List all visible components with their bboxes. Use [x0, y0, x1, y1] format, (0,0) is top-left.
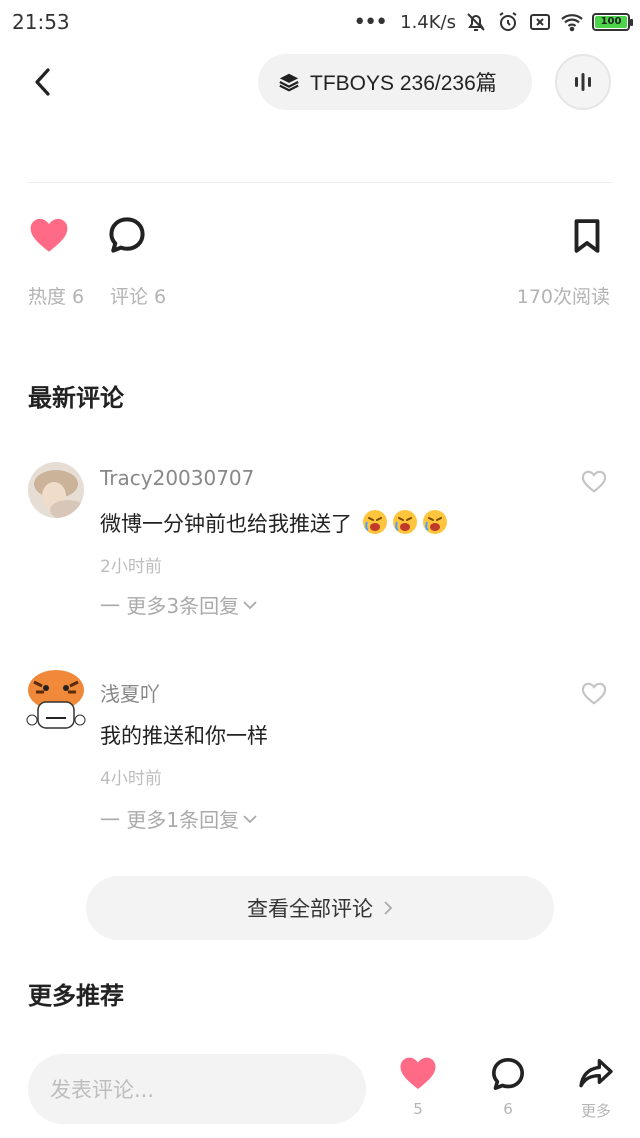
comment-item: Tracy20030707 微博一分钟前也给我推送了 2小时前 一 更多3条回复	[0, 460, 640, 620]
comment-input[interactable]: 发表评论...	[28, 1054, 366, 1124]
comment-username[interactable]: Tracy20030707	[100, 466, 254, 490]
audio-button[interactable]	[555, 54, 611, 110]
heart-icon	[400, 1057, 436, 1089]
chevron-down-icon	[243, 814, 257, 823]
bottom-like-button[interactable]: 5	[388, 1054, 448, 1134]
back-arrow-icon	[35, 68, 50, 96]
mute-bell-icon	[467, 13, 485, 31]
more-label: 更多	[580, 1102, 611, 1120]
comment-input-placeholder: 发表评论...	[50, 1078, 155, 1102]
battery-level: 100	[595, 16, 627, 28]
more-replies-button[interactable]: 一 更多1条回复	[100, 804, 257, 833]
bookmark-icon[interactable]	[566, 215, 608, 257]
audio-bars-icon	[575, 73, 591, 91]
bottom-share-button[interactable]: 更多	[566, 1054, 626, 1134]
avatar-image	[28, 462, 84, 518]
comment-bubble-icon[interactable]	[105, 213, 149, 257]
heat-count: 热度 6	[28, 286, 85, 308]
divider	[28, 182, 612, 183]
collection-title: TFBOYS 236/236篇	[310, 72, 497, 95]
comment-text: 微博一分钟前也给我推送了	[100, 508, 449, 538]
network-speed: 1.4K/s	[400, 11, 456, 33]
view-all-label: 查看全部评论	[247, 897, 373, 921]
comment-time: 2小时前	[100, 557, 162, 577]
status-time: 21:53	[12, 10, 70, 34]
crying-emoji-icon	[362, 510, 387, 534]
comment-count-bottom: 6	[503, 1100, 513, 1118]
comment-time: 4小时前	[100, 769, 162, 789]
read-count: 170次阅读	[516, 286, 610, 308]
comment-item: 浅夏吖 我的推送和你一样 4小时前 一 更多1条回复	[0, 670, 640, 833]
layers-icon	[279, 73, 299, 92]
comment-like-icon[interactable]	[580, 468, 608, 496]
wifi-icon	[561, 14, 583, 32]
crying-emoji-icon	[392, 510, 417, 534]
more-replies-label: 一 更多1条回复	[100, 808, 240, 832]
comment-like-icon[interactable]	[580, 680, 608, 708]
avatar-image	[26, 670, 86, 729]
comment-text-content: 我的推送和你一样	[100, 724, 268, 748]
more-dots-icon: •••	[353, 9, 388, 35]
chevron-down-icon	[243, 600, 257, 609]
more-replies-label: 一 更多3条回复	[100, 594, 240, 618]
latest-comments-title: 最新评论	[28, 384, 124, 412]
alarm-icon	[499, 12, 517, 31]
sim-off-icon	[530, 14, 550, 30]
crying-emoji-icon	[422, 510, 447, 534]
status-icons: ••• 1.4K/s 100	[353, 8, 633, 36]
comment-text: 我的推送和你一样	[100, 720, 268, 750]
share-arrow-icon	[579, 1059, 613, 1088]
more-recommend-title: 更多推荐	[28, 982, 124, 1010]
comment-bubble-icon	[492, 1058, 524, 1090]
bottom-comment-button[interactable]: 6	[478, 1054, 538, 1134]
avatar[interactable]	[24, 668, 88, 732]
like-heart-icon[interactable]	[28, 215, 70, 257]
view-all-comments-button[interactable]: 查看全部评论	[86, 876, 554, 940]
chevron-right-icon	[384, 901, 393, 915]
comment-username[interactable]: 浅夏吖	[100, 678, 160, 707]
status-bar: 21:53 ••• 1.4K/s 100	[0, 0, 640, 44]
comment-count: 评论 6	[110, 286, 167, 308]
more-replies-button[interactable]: 一 更多3条回复	[100, 590, 257, 619]
battery-icon: 100	[592, 13, 633, 31]
back-button[interactable]	[22, 62, 62, 102]
avatar[interactable]	[28, 462, 84, 518]
comment-text-content: 微博一分钟前也给我推送了	[100, 512, 352, 536]
collection-pill[interactable]: TFBOYS 236/236篇	[258, 54, 532, 110]
like-count: 5	[413, 1100, 423, 1118]
